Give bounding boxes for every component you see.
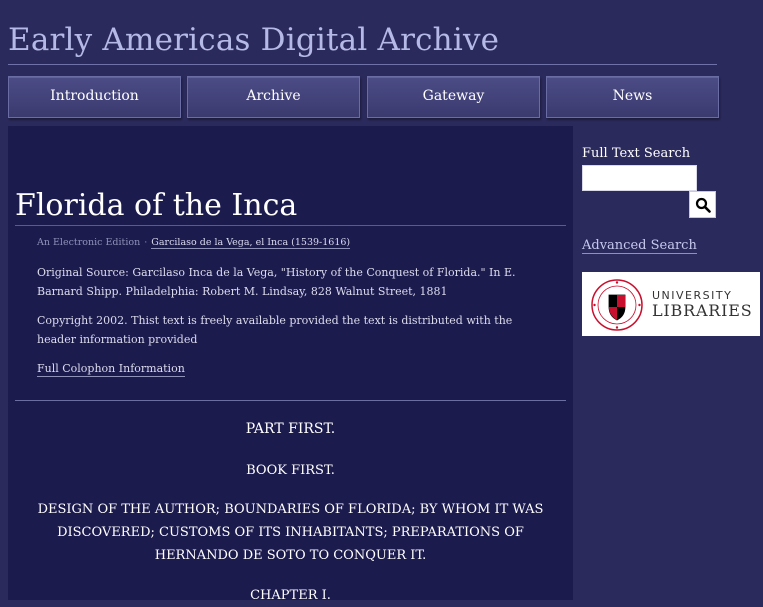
university-libraries-logo[interactable]: UNIVERSITY LIBRARIES — [582, 272, 760, 336]
main-nav: Introduction Archive Gateway News — [8, 76, 719, 118]
nav-introduction[interactable]: Introduction — [8, 76, 181, 118]
original-source: Original Source: Garcilaso Inca de la Ve… — [37, 266, 516, 298]
edition-separator: · — [144, 237, 148, 248]
chapter-heading: CHAPTER I. — [250, 588, 331, 603]
search-input[interactable] — [582, 165, 697, 191]
magnifier-icon — [695, 197, 711, 213]
site-title: Early Americas Digital Archive — [8, 22, 717, 65]
sidebar: Full Text Search Advanced Search UNIVERS… — [573, 126, 763, 600]
search-label: Full Text Search — [582, 146, 691, 161]
nav-archive[interactable]: Archive — [187, 76, 360, 118]
search-button[interactable] — [689, 191, 716, 218]
copyright-text: Copyright 2002. Thist text is freely ava… — [37, 314, 513, 346]
colophon-link[interactable]: Full Colophon Information — [37, 361, 185, 377]
section-summary: DESIGN OF THE AUTHOR; BOUNDARIES OF FLOR… — [37, 502, 544, 563]
content-divider — [15, 400, 566, 401]
advanced-search-link[interactable]: Advanced Search — [582, 238, 697, 254]
edition-label: An Electronic Edition — [37, 237, 141, 248]
main-content: Florida of the Inca An Electronic Editio… — [8, 126, 573, 603]
umd-seal-icon — [591, 279, 643, 331]
author-link[interactable]: Garcilaso de la Vega, el Inca (1539-1616… — [151, 237, 351, 249]
document-title: Florida of the Inca — [15, 188, 566, 226]
nav-gateway[interactable]: Gateway — [367, 76, 540, 118]
nav-news[interactable]: News — [546, 76, 719, 118]
part-heading: PART FIRST. — [245, 421, 336, 437]
logo-libraries-text: LIBRARIES — [652, 301, 753, 320]
edition-line: An Electronic Edition · Garcilaso de la Ve… — [37, 237, 351, 249]
book-heading: BOOK FIRST. — [246, 463, 335, 478]
